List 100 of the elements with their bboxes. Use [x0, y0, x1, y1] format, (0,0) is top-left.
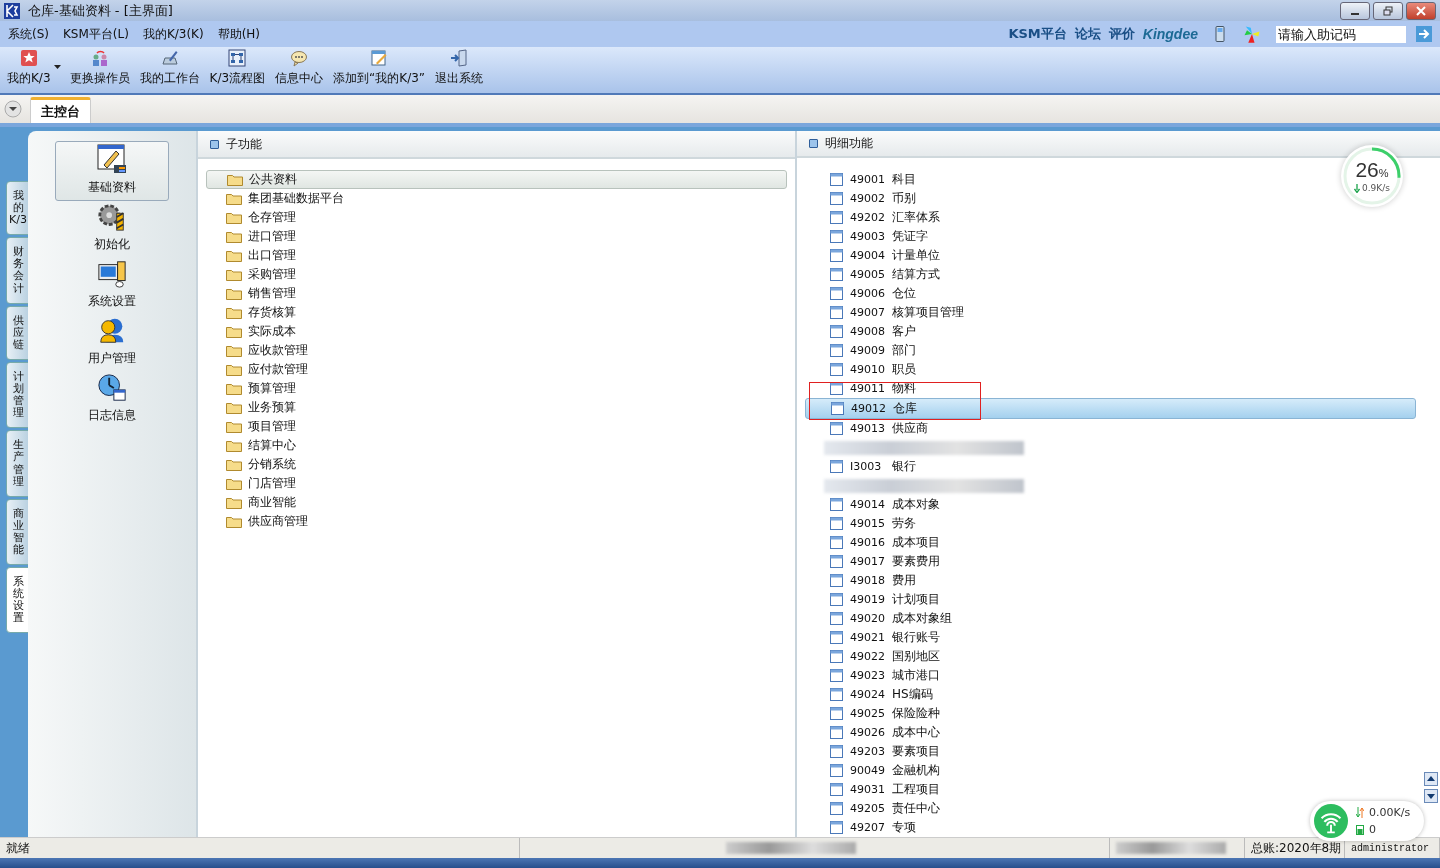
folder-item[interactable]: 商业智能	[206, 493, 787, 512]
detail-item[interactable]: 49020 成本对象组	[805, 609, 958, 628]
side-tab[interactable]: 商业智能	[6, 498, 30, 566]
detail-item[interactable]: 49025 保险险种	[805, 704, 946, 723]
phone-icon[interactable]	[1212, 26, 1228, 42]
toolbar-button[interactable]: 我的K/3	[4, 49, 54, 87]
scroll-up-icon[interactable]	[1424, 772, 1438, 786]
close-button[interactable]	[1406, 1, 1436, 20]
nav-item[interactable]: 用户管理	[55, 315, 169, 372]
folder-item[interactable]: 仓存管理	[206, 208, 787, 227]
folder-item[interactable]: 销售管理	[206, 284, 787, 303]
detail-item[interactable]: 49001 科目	[805, 170, 922, 189]
detail-item[interactable]: 49013 供应商	[805, 419, 934, 438]
detail-item[interactable]: 49024 HS编码	[805, 685, 939, 704]
side-tab[interactable]: 财务会计	[6, 237, 30, 304]
detail-item[interactable]: 49023 城市港口	[805, 666, 946, 685]
folder-item[interactable]: 预算管理	[206, 379, 787, 398]
go-arrow-icon[interactable]	[1416, 26, 1432, 42]
folder-item[interactable]: 应收款管理	[206, 341, 787, 360]
detail-item[interactable]: 49010 职员	[805, 360, 922, 379]
detail-item[interactable]: 49015 劳务	[805, 514, 922, 533]
folder-item[interactable]: 门店管理	[206, 474, 787, 493]
detail-item[interactable]: 49205 责任中心	[805, 799, 946, 818]
folder-item[interactable]: 集团基础数据平台	[206, 189, 787, 208]
folder-item[interactable]: 分销系统	[206, 455, 787, 474]
menu-item[interactable]: 我的K/3(K)	[142, 25, 204, 43]
folder-item[interactable]: 业务预算	[206, 398, 787, 417]
folder-item[interactable]: 项目管理	[206, 417, 787, 436]
folder-item[interactable]: 应付款管理	[206, 360, 787, 379]
folder-item[interactable]: 出口管理	[206, 246, 787, 265]
restore-button[interactable]	[1373, 1, 1403, 20]
detail-item[interactable]: 49026 成本中心	[805, 723, 946, 742]
detail-item[interactable]: 49022 国别地区	[805, 647, 946, 666]
toolbar-button[interactable]: 更换操作员	[66, 49, 133, 87]
document-icon	[830, 707, 843, 720]
detail-item[interactable]: 49017 要素费用	[805, 552, 946, 571]
toolbar-button[interactable]: K/3流程图	[206, 49, 269, 87]
detail-item[interactable]: 49005 结算方式	[805, 265, 946, 284]
nav-item[interactable]: 系统设置	[55, 258, 169, 315]
menu-item[interactable]: 帮助(H)	[217, 25, 261, 43]
folder-item[interactable]: 实际成本	[206, 322, 787, 341]
mnemonic-field[interactable]: 请输入助记码	[1276, 25, 1406, 43]
detail-item[interactable]: I3003 银行	[805, 457, 922, 476]
detail-item[interactable]: 49019 计划项目	[805, 590, 946, 609]
folder-item[interactable]: 结算中心	[206, 436, 787, 455]
folder-item[interactable]: 采购管理	[206, 265, 787, 284]
detail-item[interactable]: 49202 汇率体系	[805, 208, 946, 227]
detail-item[interactable]: 90049 金融机构	[805, 761, 946, 780]
scroll-down-icon[interactable]	[1424, 789, 1438, 803]
detail-item[interactable]: 49003 凭证字	[805, 227, 934, 246]
document-icon	[830, 325, 843, 338]
detail-item[interactable]: 49011 物料	[805, 379, 922, 398]
pinwheel-icon[interactable]	[1242, 24, 1262, 44]
side-tab[interactable]: 生产管理	[6, 430, 30, 497]
detail-item[interactable]: 49002 币别	[805, 189, 922, 208]
detail-item[interactable]: 49031 工程项目	[805, 780, 946, 799]
top-link[interactable]: 评价	[1108, 25, 1135, 43]
detail-item[interactable]: 49018 费用	[805, 571, 922, 590]
detail-item[interactable]: 49207 专项	[805, 818, 922, 837]
folder-item[interactable]: 存货核算	[206, 303, 787, 322]
detail-item[interactable]: 49014 成本对象	[805, 495, 946, 514]
document-icon	[830, 688, 843, 701]
dropdown-icon[interactable]	[4, 100, 22, 118]
folder-item[interactable]: 供应商管理	[206, 512, 787, 531]
square-bullet-icon	[809, 139, 818, 148]
folder-icon	[226, 458, 242, 471]
top-link[interactable]: 论坛	[1074, 25, 1101, 43]
nav-item[interactable]: 基础资料	[55, 141, 169, 201]
network-widget[interactable]: 0.00K/s 0	[1310, 801, 1424, 841]
folder-icon	[226, 344, 242, 357]
menu-item[interactable]: KSM平台(L)	[63, 25, 129, 43]
detail-item[interactable]: 49012 仓库	[805, 398, 1416, 419]
detail-item[interactable]: 49016 成本项目	[805, 533, 946, 552]
toolbar-button[interactable]: 我的工作台	[136, 49, 203, 87]
document-icon	[830, 422, 843, 435]
toolbar-button[interactable]: 添加到“我的K/3”	[330, 49, 429, 87]
detail-item[interactable]: 49004 计量单位	[805, 246, 946, 265]
tab[interactable]: 主控台	[30, 97, 91, 123]
detail-item[interactable]: 49006 仓位	[805, 284, 922, 303]
caret-icon[interactable]	[53, 65, 61, 69]
minimize-button[interactable]	[1340, 1, 1370, 20]
folder-icon	[226, 515, 242, 528]
menu-item[interactable]: 系统(S)	[8, 25, 49, 43]
side-tab[interactable]: 系统设置	[6, 567, 30, 634]
toolbar-button[interactable]: 退出系统	[432, 49, 487, 87]
detail-item[interactable]: 49021 银行账号	[805, 628, 946, 647]
nav-item[interactable]: 日志信息	[55, 372, 169, 429]
side-tab[interactable]: 计划管理	[6, 361, 30, 429]
folder-item[interactable]: 公共资料	[206, 170, 787, 189]
toolbar-button[interactable]: 信息中心	[272, 49, 327, 87]
detail-item[interactable]: 49008 客户	[805, 322, 922, 341]
nav-item[interactable]: 初始化	[55, 201, 169, 258]
document-icon	[830, 460, 843, 473]
detail-item[interactable]: 49009 部门	[805, 341, 922, 360]
detail-item[interactable]: 49203 要素项目	[805, 742, 946, 761]
side-tab[interactable]: 供应链	[6, 305, 30, 360]
folder-item[interactable]: 进口管理	[206, 227, 787, 246]
detail-item[interactable]: 49007 核算项目管理	[805, 303, 970, 322]
side-tab[interactable]: 我的K/3	[6, 181, 30, 236]
top-link[interactable]: KSM平台	[1008, 25, 1067, 43]
